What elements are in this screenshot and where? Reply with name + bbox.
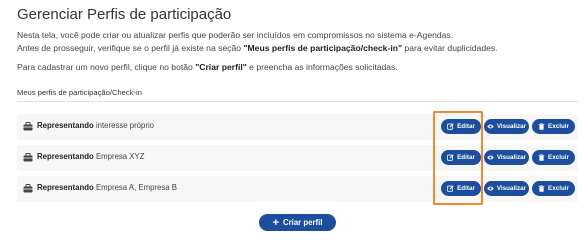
briefcase-icon <box>23 122 33 131</box>
edit-icon <box>447 123 454 130</box>
create-profile-button[interactable]: + Criar perfil <box>259 214 336 231</box>
intro-line-2: Antes de prosseguir, verifique se o perf… <box>17 42 582 55</box>
profile-row: Representando Empresa XYZ Editar Visuali… <box>17 145 578 171</box>
trash-icon <box>538 185 545 192</box>
edit-button[interactable]: Editar <box>441 181 481 196</box>
briefcase-icon <box>23 153 33 162</box>
delete-button[interactable]: Excluir <box>532 119 575 134</box>
view-button[interactable]: Visualizar <box>484 119 529 134</box>
trash-icon <box>538 154 545 161</box>
section-divider <box>17 101 578 102</box>
profile-row: Representando Empresa A, Empresa B Edita… <box>17 176 578 202</box>
view-button[interactable]: Visualizar <box>484 181 529 196</box>
eye-icon <box>487 155 494 160</box>
delete-button[interactable]: Excluir <box>532 150 575 165</box>
briefcase-icon <box>23 184 33 193</box>
edit-button[interactable]: Editar <box>441 150 481 165</box>
intro-line-3-end: e preencha as informações solicitadas. <box>246 62 398 73</box>
intro-line-3-button-name: "Criar perfil" <box>195 62 247 73</box>
profile-prefix: Representando <box>37 121 94 130</box>
intro-line-3-start: Para cadastrar um novo perfil, clique no… <box>17 62 196 73</box>
profile-label: Representando Empresa XYZ <box>37 152 144 161</box>
intro-text: Nesta tela, você pode criar ou atualizar… <box>17 29 582 74</box>
intro-line-2-end: para evitar duplicidades. <box>402 42 498 53</box>
intro-line-3: Para cadastrar um novo perfil, clique no… <box>17 61 582 74</box>
intro-line-1: Nesta tela, você pode criar ou atualizar… <box>17 30 454 40</box>
profile-name: Empresa XYZ <box>95 152 145 161</box>
profile-name: interesse próprio <box>95 121 155 130</box>
edit-button-label: Editar <box>457 154 475 161</box>
page-title: Gerenciar Perfis de participação <box>17 6 232 23</box>
edit-icon <box>447 185 454 192</box>
delete-button-label: Excluir <box>548 123 569 130</box>
delete-button-label: Excluir <box>548 185 569 192</box>
trash-icon <box>538 123 545 130</box>
edit-icon <box>447 154 454 161</box>
profile-name: Empresa A, Empresa B <box>95 183 177 192</box>
edit-button[interactable]: Editar <box>441 119 481 134</box>
eye-icon <box>487 124 494 129</box>
plus-icon: + <box>272 216 279 229</box>
profile-prefix: Representando <box>37 183 94 192</box>
profile-label: Representando Empresa A, Empresa B <box>37 183 177 192</box>
eye-icon <box>487 186 494 191</box>
create-profile-label: Criar perfil <box>283 218 323 227</box>
view-button-label: Visualizar <box>496 154 527 161</box>
edit-button-label: Editar <box>457 185 475 192</box>
view-button-label: Visualizar <box>496 185 527 192</box>
profile-row: Representando interesse próprio Editar V… <box>17 114 578 140</box>
view-button-label: Visualizar <box>496 123 527 130</box>
intro-line-2-section-name: "Meus perfis de participação/check-in" <box>243 42 403 53</box>
section-label: Meus perfis de participação/Check-in <box>17 88 142 97</box>
profile-prefix: Representando <box>37 152 94 161</box>
delete-button[interactable]: Excluir <box>532 181 575 196</box>
profile-label: Representando interesse próprio <box>37 121 154 130</box>
delete-button-label: Excluir <box>548 154 569 161</box>
edit-button-label: Editar <box>457 123 475 130</box>
view-button[interactable]: Visualizar <box>484 150 529 165</box>
intro-line-2-start: Antes de prosseguir, verifique se o perf… <box>17 42 244 53</box>
